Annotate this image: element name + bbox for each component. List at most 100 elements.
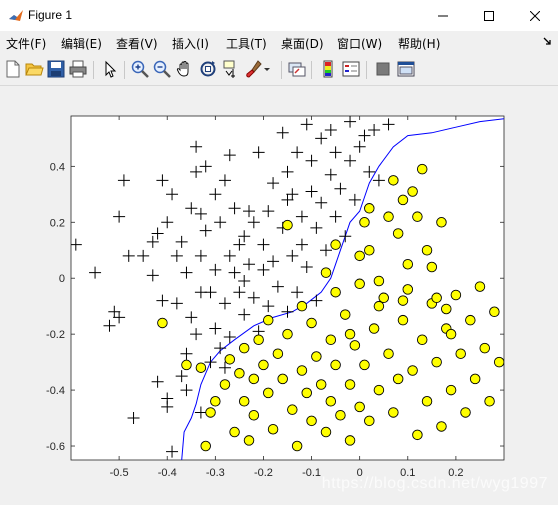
print-icon[interactable] bbox=[68, 59, 88, 79]
negative-point bbox=[445, 328, 457, 340]
scatter-plot[interactable]: -0.5 -0.4 -0.3 -0.2 -0.1 0 0.1 0.2-0.6-0.4-0.20… bbox=[0, 86, 558, 505]
link-plot-icon[interactable] bbox=[287, 59, 307, 79]
minimize-button[interactable] bbox=[420, 0, 466, 31]
toolbar-separator bbox=[281, 61, 282, 79]
negative-point bbox=[383, 348, 394, 359]
select-arrow-icon[interactable] bbox=[100, 59, 120, 79]
negative-point bbox=[416, 334, 428, 345]
negative-point bbox=[344, 435, 356, 446]
matlab-icon bbox=[9, 10, 23, 21]
negative-point bbox=[272, 348, 284, 359]
negative-point bbox=[219, 379, 231, 390]
negative-point bbox=[234, 368, 245, 379]
zoom-in-icon[interactable] bbox=[130, 59, 150, 79]
negative-point bbox=[436, 421, 447, 432]
x-tick-label: -0.2 bbox=[254, 467, 273, 479]
negative-point bbox=[335, 410, 346, 421]
minimize-icon bbox=[438, 15, 448, 16]
negative-point bbox=[445, 384, 457, 396]
negative-point bbox=[455, 348, 466, 359]
menu-view[interactable]: 查看(V) bbox=[116, 35, 158, 52]
negative-point bbox=[344, 379, 356, 390]
menu-desktop[interactable]: 桌面(D) bbox=[281, 35, 324, 52]
dock-arrow-icon[interactable] bbox=[542, 36, 552, 46]
negative-point bbox=[315, 379, 327, 390]
negative-point bbox=[407, 186, 418, 197]
zoom-out-icon[interactable] bbox=[152, 59, 172, 79]
negative-point bbox=[200, 440, 211, 452]
negative-point bbox=[267, 423, 279, 435]
hide-plot-tools-icon[interactable] bbox=[373, 59, 393, 79]
menu-window[interactable]: 窗口(W) bbox=[337, 35, 382, 52]
menu-file[interactable]: 文件(F) bbox=[6, 35, 46, 52]
maximize-button[interactable] bbox=[466, 0, 512, 31]
negative-point bbox=[325, 396, 337, 407]
legend-icon[interactable] bbox=[341, 59, 361, 79]
negative-point bbox=[311, 351, 322, 362]
negative-point bbox=[306, 317, 317, 329]
negative-point bbox=[354, 250, 365, 262]
negative-point bbox=[330, 359, 341, 371]
menu-edit[interactable]: 编辑(E) bbox=[61, 35, 102, 52]
menu-tools[interactable]: 工具(T) bbox=[226, 35, 267, 52]
y-tick-label: -0.4 bbox=[46, 385, 65, 397]
negative-point bbox=[282, 219, 293, 231]
negative-point bbox=[474, 281, 486, 292]
negative-point bbox=[368, 323, 380, 334]
negative-point bbox=[421, 396, 433, 407]
show-plot-tools-icon[interactable] bbox=[396, 59, 416, 79]
menu-bar: 文件(F) 编辑(E) 查看(V) 插入(I) 工具(T) 桌面(D) 窗口(W… bbox=[0, 31, 558, 53]
negative-point bbox=[489, 306, 500, 318]
negative-point bbox=[195, 362, 207, 373]
negative-point bbox=[282, 328, 293, 340]
negative-point bbox=[354, 278, 365, 290]
negative-point bbox=[349, 340, 361, 351]
data-cursor-icon[interactable] bbox=[221, 59, 241, 79]
negative-point bbox=[479, 342, 491, 354]
negative-point bbox=[359, 217, 370, 228]
figure-toolbar bbox=[0, 53, 558, 86]
colorbar-icon[interactable] bbox=[318, 59, 338, 79]
new-figure-icon[interactable] bbox=[3, 59, 23, 79]
negative-point bbox=[263, 387, 274, 399]
brush-dropdown-icon[interactable] bbox=[262, 59, 272, 79]
figure-canvas: -0.5 -0.4 -0.3 -0.2 -0.1 0 0.1 0.2 -0.6 -0.4 -0.2 0… bbox=[0, 86, 558, 505]
y-tick-label: -0.2 bbox=[46, 329, 65, 341]
negative-point bbox=[258, 359, 269, 371]
window-titlebar: Figure 1 bbox=[0, 0, 558, 31]
negative-point bbox=[364, 415, 375, 427]
maximize-icon bbox=[484, 10, 494, 21]
rotate-3d-icon[interactable] bbox=[198, 59, 218, 79]
negative-point bbox=[388, 175, 399, 186]
open-icon[interactable] bbox=[24, 59, 44, 79]
negative-point bbox=[407, 365, 418, 376]
negative-point bbox=[339, 309, 351, 320]
negative-point bbox=[469, 373, 481, 385]
negative-point bbox=[181, 359, 192, 371]
negative-point bbox=[364, 203, 375, 214]
menu-help[interactable]: 帮助(H) bbox=[398, 35, 440, 52]
pan-hand-icon[interactable] bbox=[175, 59, 195, 79]
negative-point bbox=[421, 244, 433, 256]
y-tick-label: 0.4 bbox=[50, 161, 65, 173]
negative-point bbox=[296, 365, 308, 376]
negative-point bbox=[238, 396, 250, 407]
negative-point bbox=[238, 342, 250, 354]
negative-point bbox=[397, 194, 409, 206]
negative-point bbox=[493, 356, 504, 368]
save-icon[interactable] bbox=[46, 59, 66, 79]
negative-point bbox=[157, 317, 168, 329]
close-button[interactable] bbox=[512, 0, 558, 31]
negative-point bbox=[325, 334, 337, 345]
y-tick-label: 0 bbox=[59, 273, 65, 285]
brush-icon[interactable] bbox=[243, 59, 263, 79]
negative-point bbox=[416, 163, 428, 175]
menu-insert[interactable]: 插入(I) bbox=[172, 35, 209, 52]
negative-point bbox=[210, 396, 221, 407]
negative-point bbox=[364, 244, 375, 256]
negative-point bbox=[229, 426, 240, 438]
negative-point bbox=[291, 440, 303, 452]
negative-point bbox=[383, 211, 394, 222]
negative-point bbox=[354, 401, 365, 413]
negative-point bbox=[431, 356, 442, 368]
